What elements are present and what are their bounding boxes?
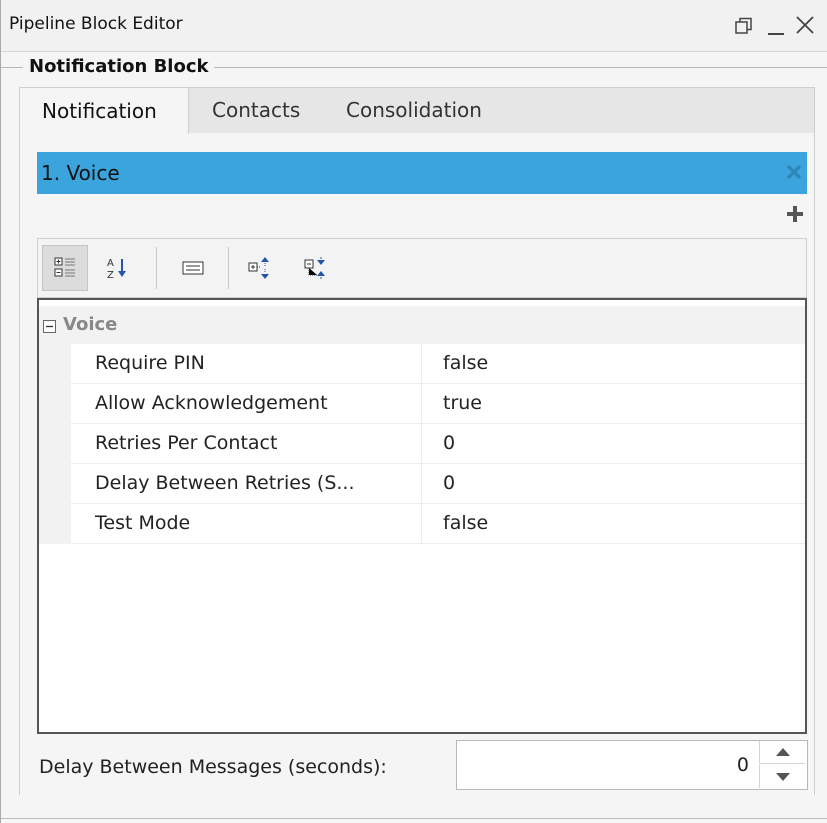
delay-spinner[interactable] xyxy=(456,740,808,790)
minimize-icon[interactable] xyxy=(766,13,786,41)
collapse-toggle-icon[interactable] xyxy=(43,318,56,337)
row-gutter xyxy=(39,344,71,384)
pipeline-block-editor-window: Pipeline Block Editor Notification Block… xyxy=(0,0,827,823)
property-value[interactable]: false xyxy=(443,512,488,534)
svg-text:A: A xyxy=(107,258,114,269)
list-item-voice[interactable]: 1. Voice xyxy=(37,152,807,194)
category-label: Voice xyxy=(63,314,118,335)
list-item-label: 1. Voice xyxy=(41,161,120,185)
toolbar-separator xyxy=(228,247,229,289)
spin-up-icon[interactable] xyxy=(759,741,805,764)
property-row-retries-per-contact[interactable]: Retries Per Contact 0 xyxy=(39,424,805,464)
property-name: Delay Between Retries (S... xyxy=(95,472,355,494)
property-row-delay-between-retries[interactable]: Delay Between Retries (S... 0 xyxy=(39,464,805,504)
delete-icon[interactable] xyxy=(785,163,803,185)
property-value[interactable]: true xyxy=(443,392,482,414)
property-name: Require PIN xyxy=(95,352,205,374)
property-name: Allow Acknowledgement xyxy=(95,392,328,414)
row-gutter xyxy=(39,464,71,504)
property-pages-icon[interactable] xyxy=(170,245,216,291)
restore-icon[interactable] xyxy=(735,17,753,39)
row-gutter xyxy=(39,424,71,464)
property-row-require-pin[interactable]: Require PIN false xyxy=(39,344,805,384)
column-divider xyxy=(421,504,422,544)
tab-contacts[interactable]: Contacts xyxy=(212,87,322,134)
categorized-view-icon[interactable] xyxy=(42,245,88,291)
column-divider xyxy=(421,424,422,464)
collapse-all-icon[interactable] xyxy=(294,245,340,291)
property-name: Test Mode xyxy=(95,512,191,534)
column-divider xyxy=(421,464,422,504)
delay-input[interactable] xyxy=(457,741,753,789)
alphabetical-sort-icon[interactable]: A Z xyxy=(94,245,140,291)
property-value[interactable]: false xyxy=(443,352,488,374)
property-grid-toolbar: A Z xyxy=(37,238,807,298)
row-divider xyxy=(71,543,805,544)
add-icon[interactable] xyxy=(785,204,805,228)
category-row-voice[interactable]: Voice xyxy=(39,306,805,344)
title-bar[interactable]: Pipeline Block Editor xyxy=(1,0,827,52)
close-icon[interactable] xyxy=(794,13,816,41)
spin-down-icon[interactable] xyxy=(759,765,805,788)
row-gutter xyxy=(39,384,71,424)
window-title: Pipeline Block Editor xyxy=(9,14,183,34)
column-divider xyxy=(421,344,422,384)
row-gutter xyxy=(39,504,71,544)
tab-notification[interactable]: Notification xyxy=(19,87,189,134)
property-grid: Voice Require PIN false Allow Acknowledg… xyxy=(37,298,807,734)
svg-text:Z: Z xyxy=(107,270,114,280)
tab-consolidation[interactable]: Consolidation xyxy=(346,87,516,134)
window-bottom-border xyxy=(1,818,827,819)
group-title: Notification Block xyxy=(23,56,215,77)
column-divider xyxy=(421,384,422,424)
expand-all-icon[interactable] xyxy=(238,245,284,291)
toolbar-separator xyxy=(156,247,157,289)
property-name: Retries Per Contact xyxy=(95,432,278,454)
property-value[interactable]: 0 xyxy=(443,432,455,454)
property-row-allow-acknowledgement[interactable]: Allow Acknowledgement true xyxy=(39,384,805,424)
delay-label: Delay Between Messages (seconds): xyxy=(39,756,387,778)
property-value[interactable]: 0 xyxy=(443,472,455,494)
property-row-test-mode[interactable]: Test Mode false xyxy=(39,504,805,544)
